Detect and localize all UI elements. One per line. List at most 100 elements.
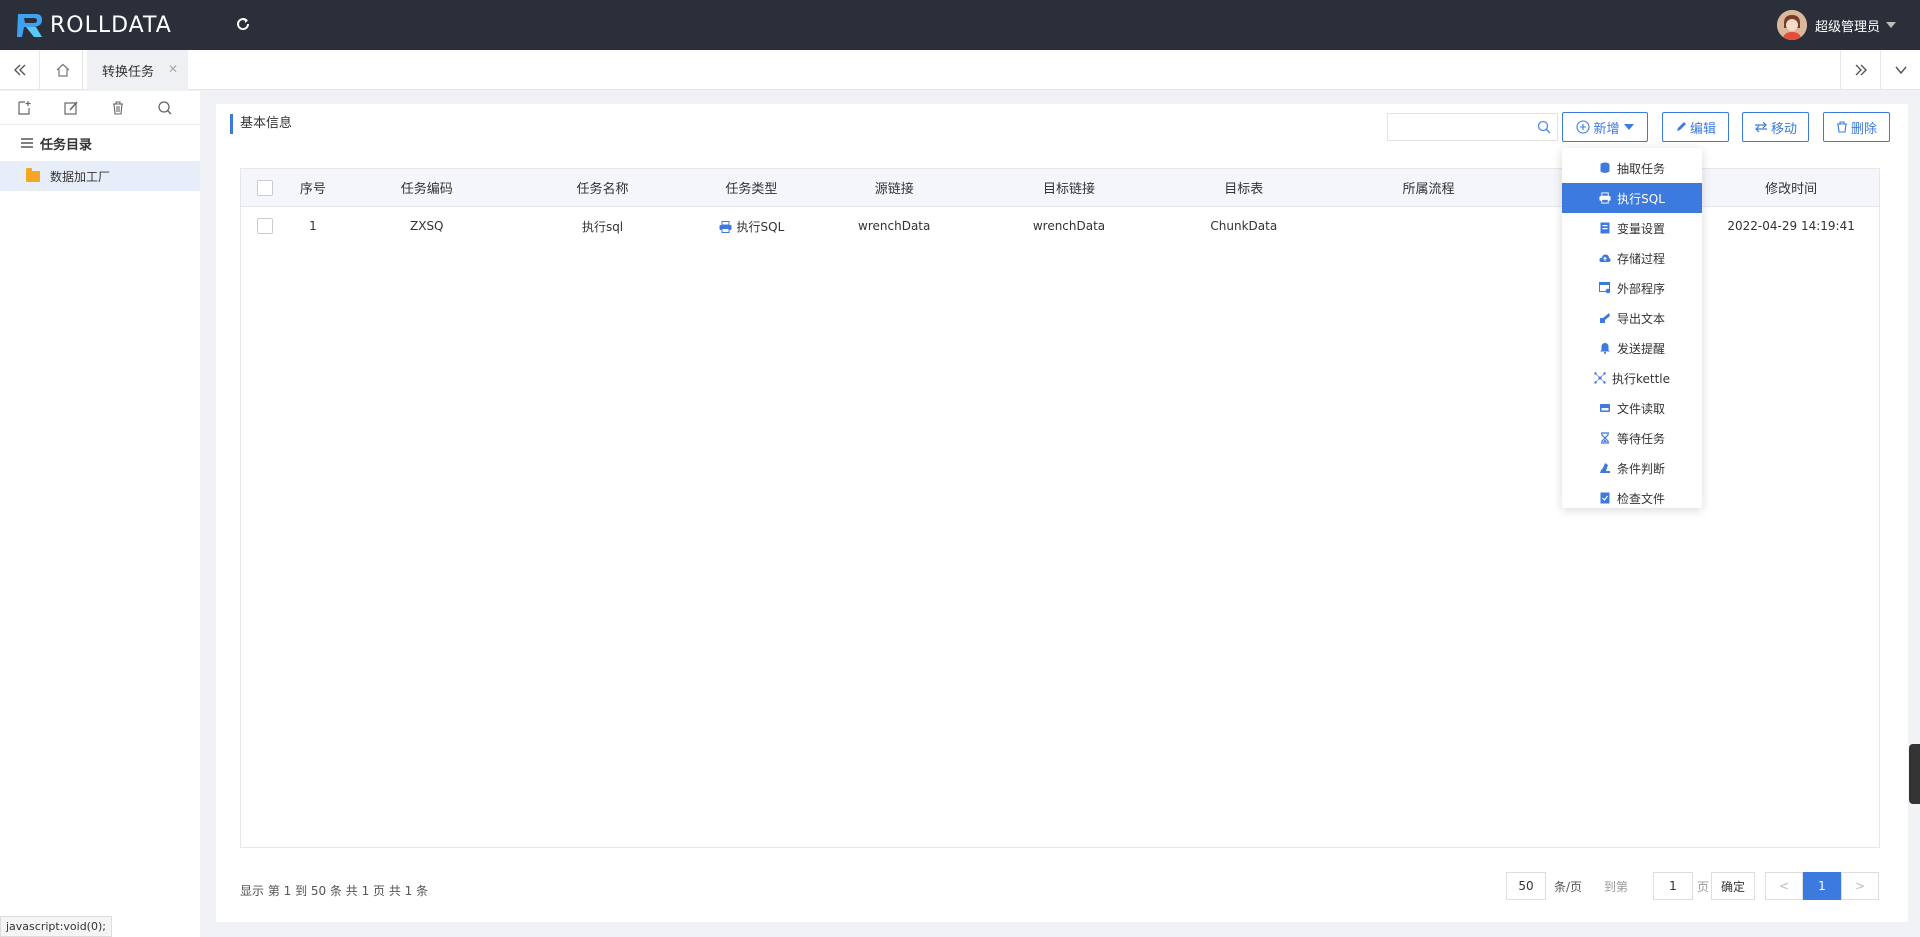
move-button[interactable]: 移动 [1742,112,1809,142]
tab-label: 转换任务 [102,64,155,80]
dropdown-item-stored-procedure[interactable]: 存储过程 [1562,243,1702,273]
dropdown-item-label: 等待任务 [1616,431,1665,446]
new-folder-button[interactable] [12,95,36,121]
tree-title-label: 任务目录 [40,137,93,153]
avatar-icon [1776,10,1807,40]
cell-index: 1 [309,219,317,233]
search-icon[interactable] [1537,120,1551,134]
dropdown-item-variable-setting[interactable]: 变量设置 [1562,213,1702,243]
select-all-cell [241,179,289,196]
tab-conversion-task[interactable]: 转换任务 ✕ [87,50,188,90]
select-all-checkbox[interactable] [256,179,273,196]
column-header[interactable]: 任务类型 [688,178,814,197]
brand-logo[interactable]: ROLLDATA [14,10,172,40]
cell-name: 执行sql [581,219,624,234]
column-header[interactable]: 序号 [289,178,337,197]
pencil-icon [1676,122,1686,131]
tab-bar: 转换任务 ✕ [0,50,1920,90]
column-header[interactable]: 目标链接 [974,178,1164,197]
brand-name: ROLLDATA [50,12,172,38]
dropdown-item-external-program[interactable]: 外部程序 [1562,273,1702,303]
cell-target-table: ChunkData [1210,219,1278,233]
column-header[interactable]: 所属流程 [1324,178,1534,197]
double-chevron-right-icon [1855,64,1867,76]
dropdown-item-file-read[interactable]: 文件读取 [1562,393,1702,423]
row-checkbox[interactable] [256,218,273,234]
search-box[interactable] [1387,113,1558,141]
row-select-cell [241,218,289,234]
trash-icon [1836,121,1847,133]
column-header[interactable]: 修改时间 [1703,178,1879,197]
add-task-dropdown: 抽取任务 执行SQL 变量设置 存储过程 外部程序 导出文本 发送提醒 执行ke… [1562,148,1702,508]
caret-down-icon [1886,22,1896,28]
status-bar-url: javascript:void(0); [0,916,112,937]
window-gear-icon [1598,282,1611,294]
chevron-down-icon [1894,66,1907,75]
dropdown-item-wait-task[interactable]: 等待任务 [1562,423,1702,453]
cell-source: wrenchData [858,219,931,233]
database-icon [1600,162,1610,173]
tab-options-button[interactable] [1880,50,1920,90]
user-name: 超级管理员 [1814,19,1880,35]
task-directory-sidebar: 任务目录 数据加工厂 [0,91,200,937]
user-menu[interactable]: 超级管理员 [1776,10,1896,40]
scroll-tabs-left-button[interactable] [0,50,40,90]
delete-folder-button[interactable] [106,95,130,121]
avatar [1776,10,1807,40]
refresh-button[interactable] [232,13,254,35]
bell-icon [1599,343,1610,354]
export-icon [1599,313,1610,323]
dropdown-item-send-reminder[interactable]: 发送提醒 [1562,333,1702,363]
check-file-icon [1600,492,1610,504]
current-page-button[interactable]: 1 [1803,872,1841,900]
home-button[interactable] [43,50,83,90]
cell-target: wrenchData [1032,219,1106,233]
goto-label: 到第 [1604,880,1629,894]
search-icon [158,100,172,114]
cloud-upload-icon [1599,254,1611,262]
search-folder-button[interactable] [153,95,177,121]
scroll-tabs-right-button[interactable] [1840,50,1880,90]
new-file-icon [18,100,31,115]
dropdown-item-export-text[interactable]: 导出文本 [1562,303,1702,333]
goto-page-input[interactable]: 1 [1653,872,1693,900]
column-header[interactable]: 任务编码 [337,178,517,197]
dropdown-item-check-file[interactable]: 检查文件 [1562,483,1702,513]
side-drawer-handle[interactable] [1909,744,1920,804]
add-label: 新增 [1593,121,1620,137]
cell-modified: 2022-04-29 14:19:41 [1727,219,1855,233]
next-page-button[interactable]: > [1841,872,1879,900]
dropdown-item-label: 执行SQL [1617,191,1665,206]
tree-node-data-factory[interactable]: 数据加工厂 [0,161,200,191]
swap-icon [1754,121,1767,133]
column-header[interactable]: 源链接 [814,178,974,197]
refresh-icon [237,18,250,31]
dropdown-item-execute-sql[interactable]: 执行SQL [1562,183,1702,213]
close-icon[interactable]: ✕ [168,62,178,76]
plus-circle-icon [1576,120,1591,134]
delete-label: 删除 [1850,121,1877,137]
edit-label: 编辑 [1689,121,1716,137]
dropdown-item-extract-task[interactable]: 抽取任务 [1562,153,1702,183]
column-header[interactable]: 目标表 [1164,178,1324,197]
edit-folder-button[interactable] [59,95,83,121]
edit-button[interactable]: 编辑 [1662,112,1729,142]
dropdown-item-execute-kettle[interactable]: 执行kettle [1562,363,1702,393]
kettle-icon [1594,372,1606,384]
dropdown-item-label: 抽取任务 [1616,161,1665,176]
trash-icon [113,100,123,115]
delete-button[interactable]: 删除 [1823,112,1890,142]
add-button[interactable]: 新增 [1562,112,1648,142]
dropdown-item-condition-check[interactable]: 条件判断 [1562,453,1702,483]
prev-page-button[interactable]: < [1765,872,1803,900]
search-input[interactable] [1388,114,1528,140]
caret-down-icon [1623,124,1634,130]
dropdown-item-label: 发送提醒 [1616,341,1665,356]
goto-confirm-button[interactable]: 确定 [1711,872,1755,900]
file-read-icon [1599,404,1610,412]
logo-icon [17,14,42,37]
column-header[interactable]: 任务名称 [517,178,689,197]
menu-icon [21,138,33,148]
page-size-select[interactable]: 50 [1506,872,1546,900]
tree-node-label: 数据加工厂 [50,169,111,184]
